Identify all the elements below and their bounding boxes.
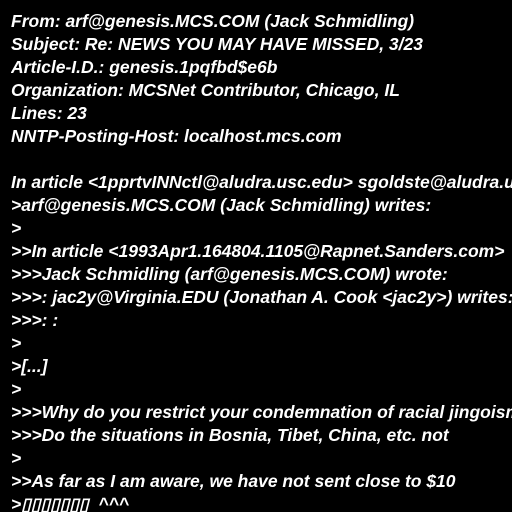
quoted-line: >▯▯▯▯▯▯▯ ^^^ xyxy=(11,494,130,512)
quoted-line: > xyxy=(11,218,22,238)
header-from: From: arf@genesis.MCS.COM (Jack Schmidli… xyxy=(11,11,415,31)
quoted-line: >>>Jack Schmidling (arf@genesis.MCS.COM)… xyxy=(11,264,448,284)
quoted-line: >>>: : xyxy=(11,310,59,330)
quoted-line: >>As far as I am aware, we have not sent… xyxy=(11,471,456,491)
attribution-line: In article <1pprtvINNctl@aludra.usc.edu>… xyxy=(11,172,512,192)
news-article-text: From: arf@genesis.MCS.COM (Jack Schmidli… xyxy=(11,10,512,512)
quoted-line: >[...] xyxy=(11,356,48,376)
quoted-line: >>>Do the situations in Bosnia, Tibet, C… xyxy=(11,425,449,445)
header-lines: Lines: 23 xyxy=(11,103,87,123)
header-subject: Subject: Re: NEWS YOU MAY HAVE MISSED, 3… xyxy=(11,34,423,54)
quoted-line: >>In article <1993Apr1.164804.1105@Rapne… xyxy=(11,241,505,261)
quoted-line: > xyxy=(11,448,22,468)
quoted-line: >arf@genesis.MCS.COM (Jack Schmidling) w… xyxy=(11,195,432,215)
header-organization: Organization: MCSNet Contributor, Chicag… xyxy=(11,80,400,100)
header-nntp-posting-host: NNTP-Posting-Host: localhost.mcs.com xyxy=(11,126,342,146)
quoted-line: >>>: jac2y@Virginia.EDU (Jonathan A. Coo… xyxy=(11,287,512,307)
quoted-line: > xyxy=(11,379,22,399)
header-article-id: Article-I.D.: genesis.1pqfbd$e6b xyxy=(11,57,278,77)
quoted-line: > xyxy=(11,333,22,353)
quoted-line: >>>Why do you restrict your condemnation… xyxy=(11,402,512,422)
